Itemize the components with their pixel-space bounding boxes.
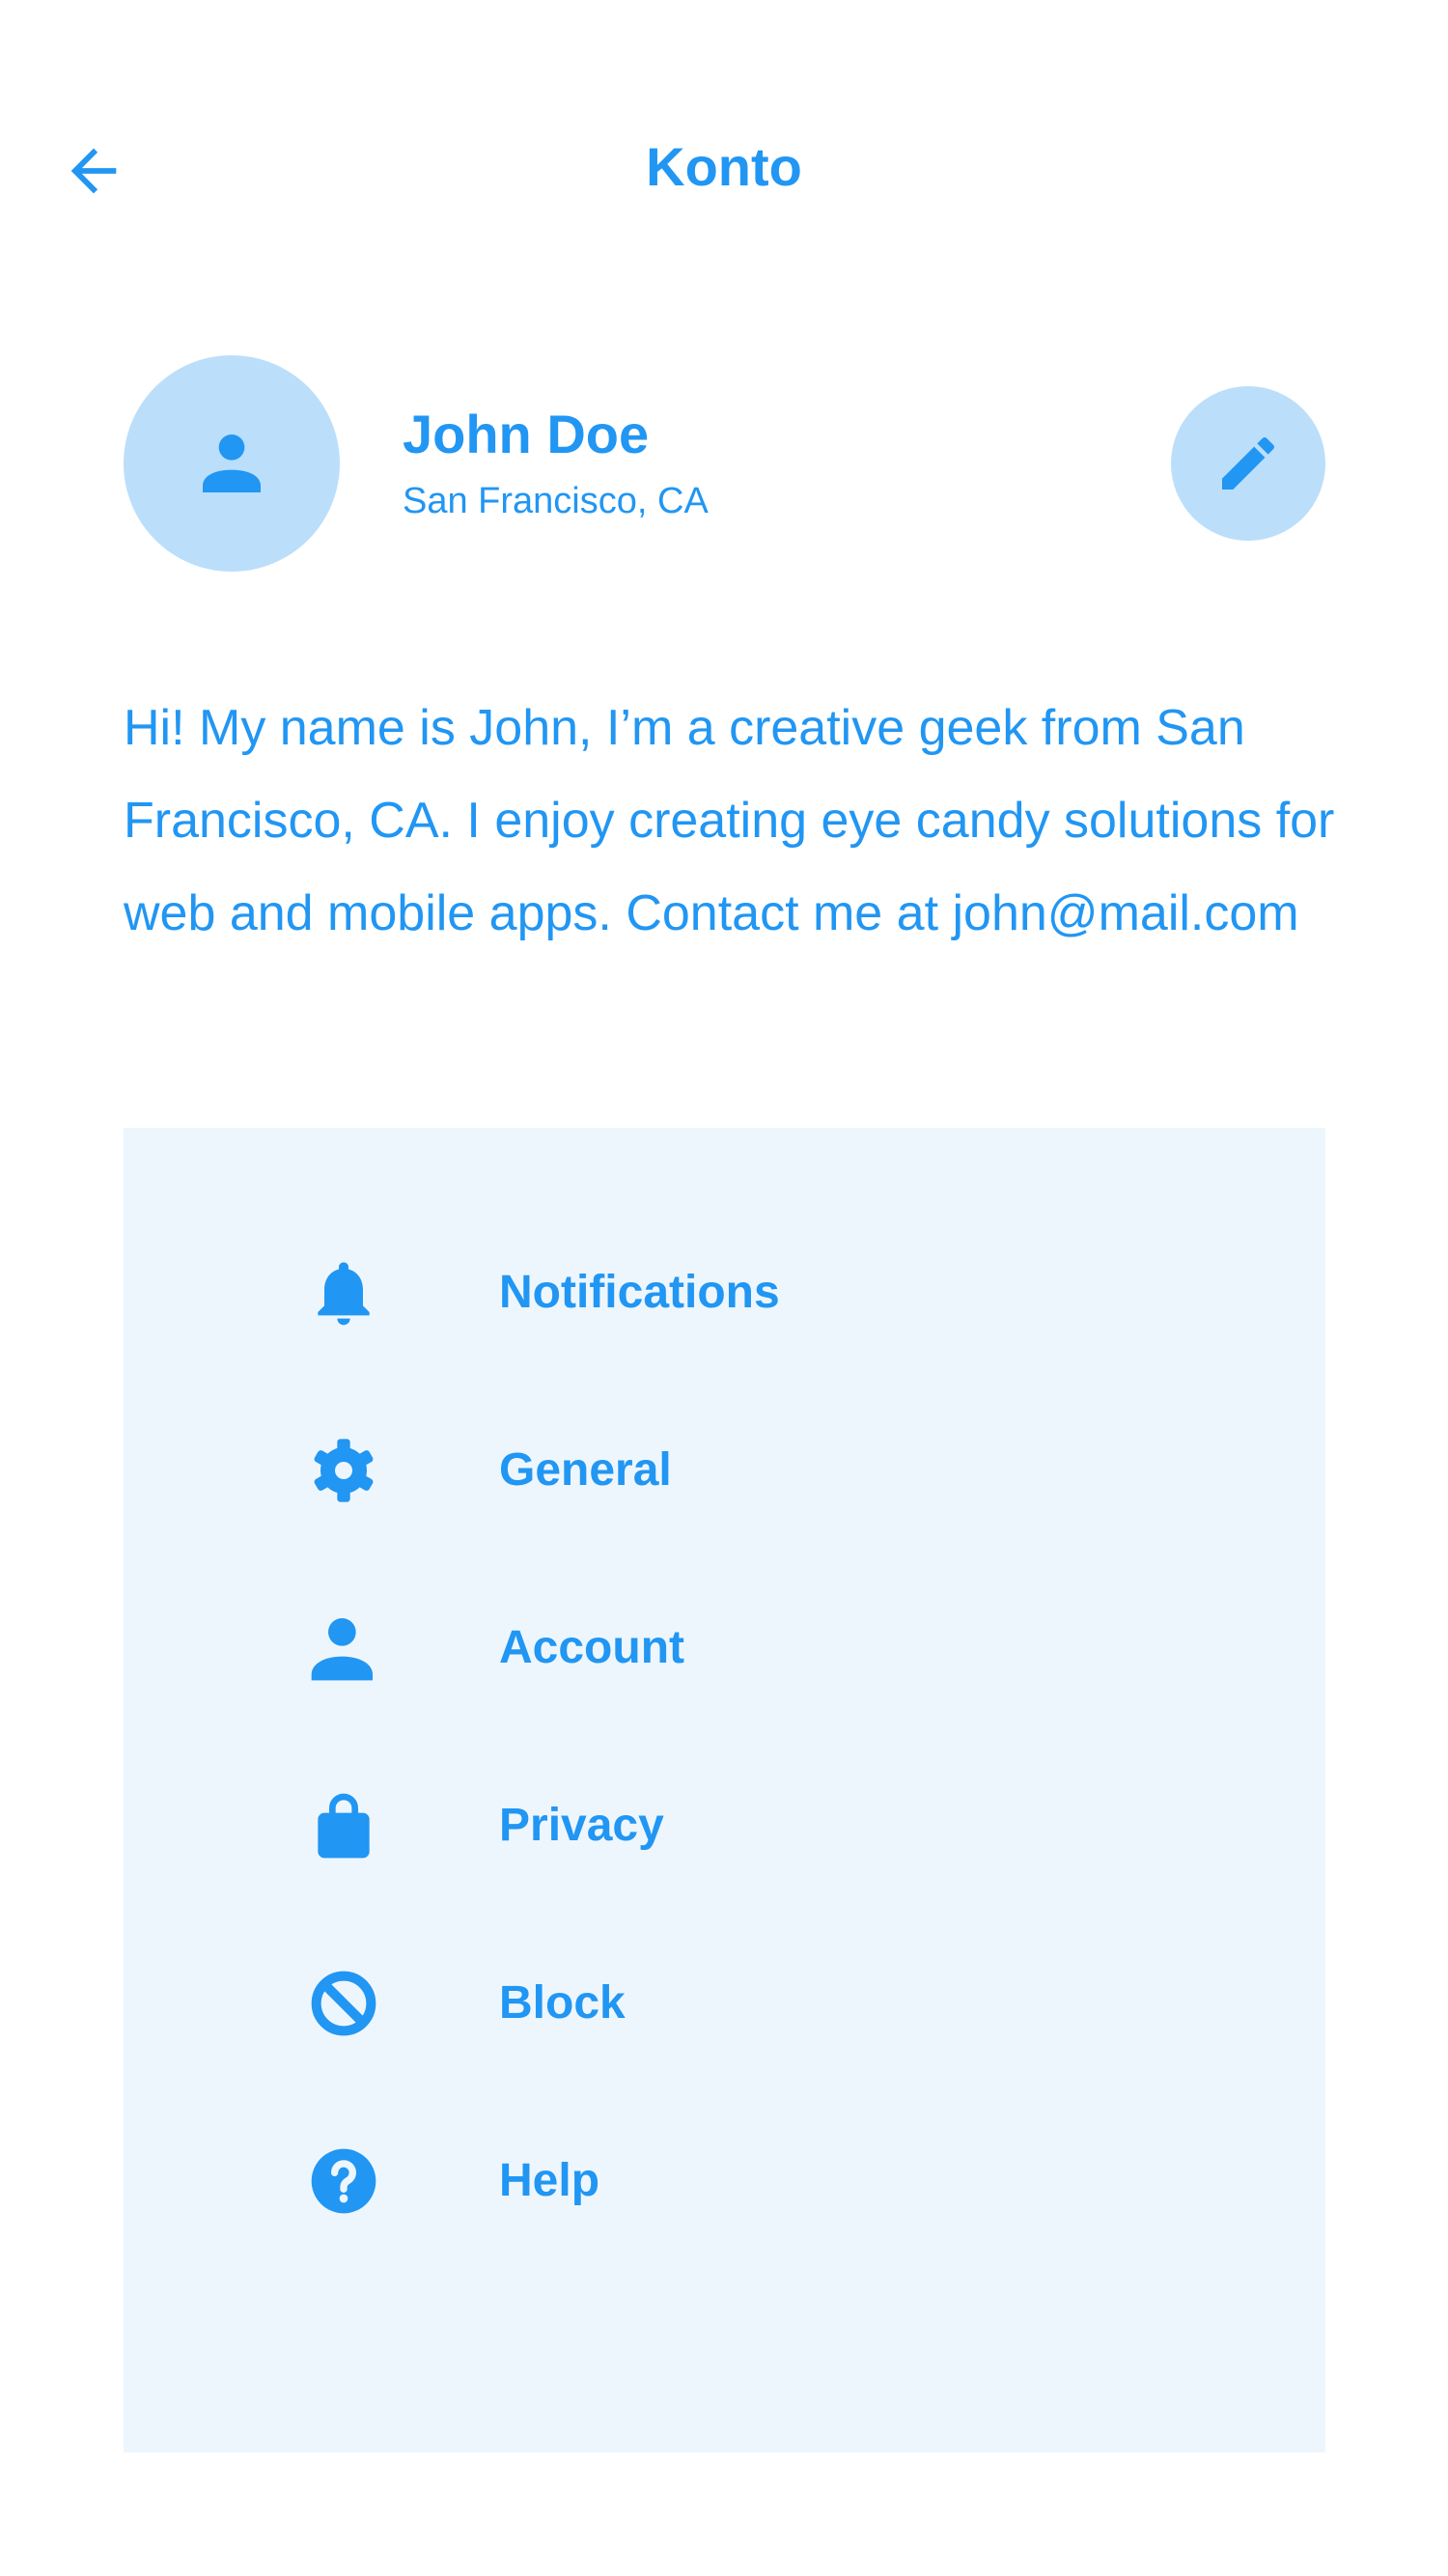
bell-icon <box>305 1254 382 1331</box>
menu-item-privacy[interactable]: Privacy <box>124 1787 1325 1965</box>
pencil-icon <box>1222 436 1275 490</box>
menu-item-label: Notifications <box>499 1267 780 1318</box>
menu-item-block[interactable]: Block <box>124 1965 1325 2142</box>
menu-item-help[interactable]: Help <box>124 2142 1325 2320</box>
menu-item-notifications[interactable]: Notifications <box>124 1254 1325 1432</box>
block-icon <box>305 1965 382 2042</box>
profile-name: John Doe <box>403 404 650 464</box>
gear-icon <box>305 1432 382 1509</box>
menu-item-general[interactable]: General <box>124 1432 1325 1610</box>
menu-list: Notifications General Account Privacy Bl… <box>124 1254 1325 2320</box>
edit-profile-button[interactable] <box>1171 386 1325 541</box>
bag-icon <box>305 1787 382 1864</box>
help-icon <box>305 2142 382 2220</box>
profile-location: San Francisco, CA <box>403 481 709 521</box>
account-page: Konto John Doe San Francisco, CA Hi! My … <box>0 0 1448 2576</box>
top-bar: Konto <box>0 97 1448 241</box>
avatar[interactable] <box>124 355 340 572</box>
person-icon <box>305 1610 382 1687</box>
settings-menu: Notifications General Account Privacy Bl… <box>124 1128 1325 2452</box>
menu-item-label: Block <box>499 1977 626 2029</box>
menu-item-account[interactable]: Account <box>124 1610 1325 1787</box>
person-icon <box>203 434 261 492</box>
menu-item-label: Privacy <box>499 1800 664 1851</box>
menu-item-label: Help <box>499 2155 600 2206</box>
profile-header: John Doe San Francisco, CA <box>124 355 1325 572</box>
menu-item-label: Account <box>499 1622 684 1673</box>
menu-item-label: General <box>499 1444 672 1496</box>
page-title: Konto <box>646 136 802 197</box>
profile-bio: Hi! My name is John, I’m a creative geek… <box>124 700 1335 941</box>
